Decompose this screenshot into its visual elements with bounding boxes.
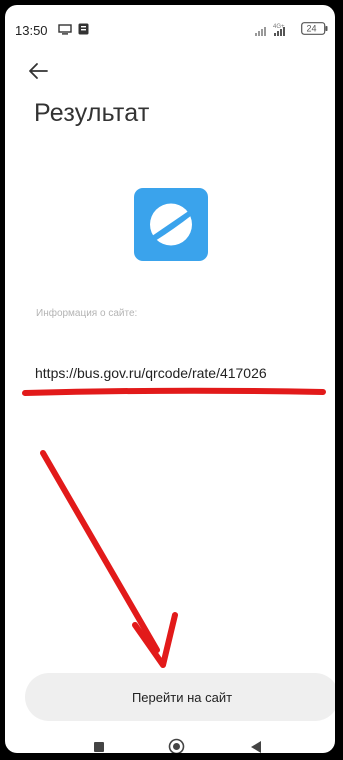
notification-icon <box>78 23 89 35</box>
status-bar: 13:50 4G+ 24 <box>5 5 335 47</box>
go-to-site-button[interactable]: Перейти на сайт <box>25 673 335 721</box>
status-time: 13:50 <box>15 23 48 38</box>
red-underline-annotation <box>22 387 326 396</box>
home-circle-icon[interactable] <box>168 738 185 753</box>
phone-screen: 13:50 4G+ 24 Результат Информация о сайт… <box>5 5 335 753</box>
battery-icon: 24 <box>301 22 328 35</box>
site-url: https://bus.gov.ru/qrcode/rate/417026 <box>35 365 267 381</box>
navigation-bar <box>5 732 335 753</box>
cast-icon <box>58 24 72 35</box>
red-arrow-annotation <box>40 450 178 668</box>
battery-level: 24 <box>307 24 317 34</box>
page-title: Результат <box>34 99 150 127</box>
site-info-label: Информация о сайте: <box>36 308 138 319</box>
recents-square-icon[interactable] <box>93 741 105 753</box>
back-triangle-icon[interactable] <box>250 740 262 753</box>
browser-compass-icon <box>134 188 208 261</box>
signal-icon: 4G+ <box>255 24 285 36</box>
arrow-left-icon[interactable] <box>27 62 49 80</box>
